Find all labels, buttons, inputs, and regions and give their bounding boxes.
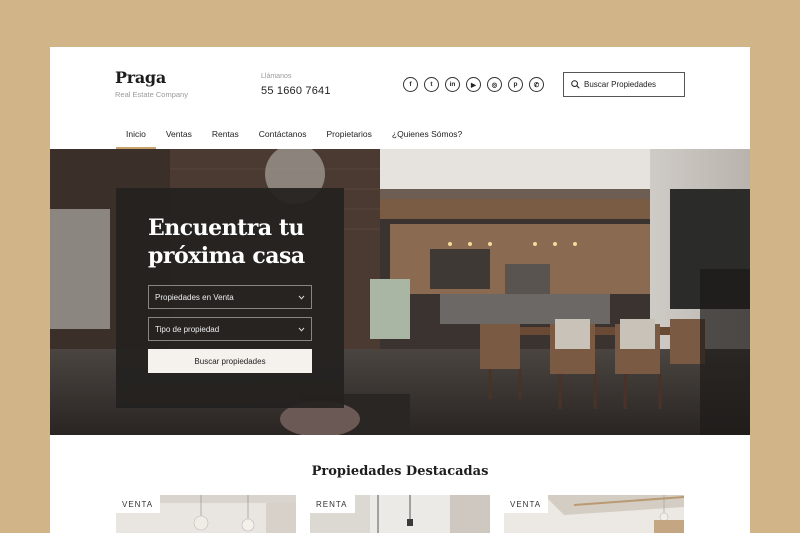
property-card[interactable]: RENTA: [310, 495, 490, 533]
chevron-down-icon: [298, 295, 305, 300]
search-input[interactable]: [584, 80, 684, 89]
facebook-icon[interactable]: f: [403, 77, 418, 92]
featured-section-title: Propiedades Destacadas: [311, 464, 489, 479]
contact-block: Llámanos 55 1660 7641: [261, 73, 331, 97]
nav-item-quienes-somos[interactable]: ¿Quienes Sómos?: [382, 127, 472, 149]
search-properties-button[interactable]: Buscar propiedades: [148, 349, 312, 373]
social-links: f t in ▶ ◎ p ✆: [403, 77, 544, 92]
listing-type-badge: VENTA: [504, 495, 549, 513]
whatsapp-icon[interactable]: ✆: [529, 77, 544, 92]
listing-type-badge: RENTA: [310, 495, 355, 513]
property-card[interactable]: VENTA: [116, 495, 296, 533]
hero-title-line2: próxima casa: [148, 243, 305, 269]
main-nav: Inicio Ventas Rentas Contáctanos Propiet…: [116, 127, 472, 149]
brand-logo[interactable]: Praga Real Estate Company: [115, 68, 188, 99]
nav-item-rentas[interactable]: Rentas: [202, 127, 249, 149]
youtube-icon[interactable]: ▶: [466, 77, 481, 92]
nav-item-propietarios[interactable]: Propietarios: [317, 127, 382, 149]
property-card[interactable]: VENTA: [504, 495, 684, 533]
nav-item-contactanos[interactable]: Contáctanos: [249, 127, 317, 149]
hero-search-panel: Encuentra tu próxima casa Propiedades en…: [116, 188, 344, 408]
hero-title: Encuentra tu próxima casa: [148, 214, 312, 270]
website-page: Praga Real Estate Company Llámanos 55 16…: [50, 47, 750, 533]
property-type-select[interactable]: Tipo de propiedad: [148, 317, 312, 341]
pinterest-icon[interactable]: p: [508, 77, 523, 92]
brand-name: Praga: [115, 68, 166, 87]
instagram-icon[interactable]: ◎: [487, 77, 502, 92]
linkedin-icon[interactable]: in: [445, 77, 460, 92]
twitter-icon[interactable]: t: [424, 77, 439, 92]
brand-tagline: Real Estate Company: [115, 90, 188, 99]
operation-select[interactable]: Propiedades en Venta: [148, 285, 312, 309]
hero-title-line1: Encuentra tu: [148, 215, 304, 241]
hero-banner: Encuentra tu próxima casa Propiedades en…: [50, 149, 750, 435]
contact-phone[interactable]: 55 1660 7641: [261, 85, 331, 97]
property-type-select-value: Tipo de propiedad: [155, 324, 220, 334]
nav-item-inicio[interactable]: Inicio: [116, 127, 156, 149]
nav-item-ventas[interactable]: Ventas: [156, 127, 202, 149]
listing-type-badge: VENTA: [116, 495, 161, 513]
chevron-down-icon: [298, 327, 305, 332]
search-icon: [571, 80, 580, 89]
contact-label: Llámanos: [261, 73, 292, 80]
search-box[interactable]: [563, 72, 685, 97]
operation-select-value: Propiedades en Venta: [155, 292, 234, 302]
